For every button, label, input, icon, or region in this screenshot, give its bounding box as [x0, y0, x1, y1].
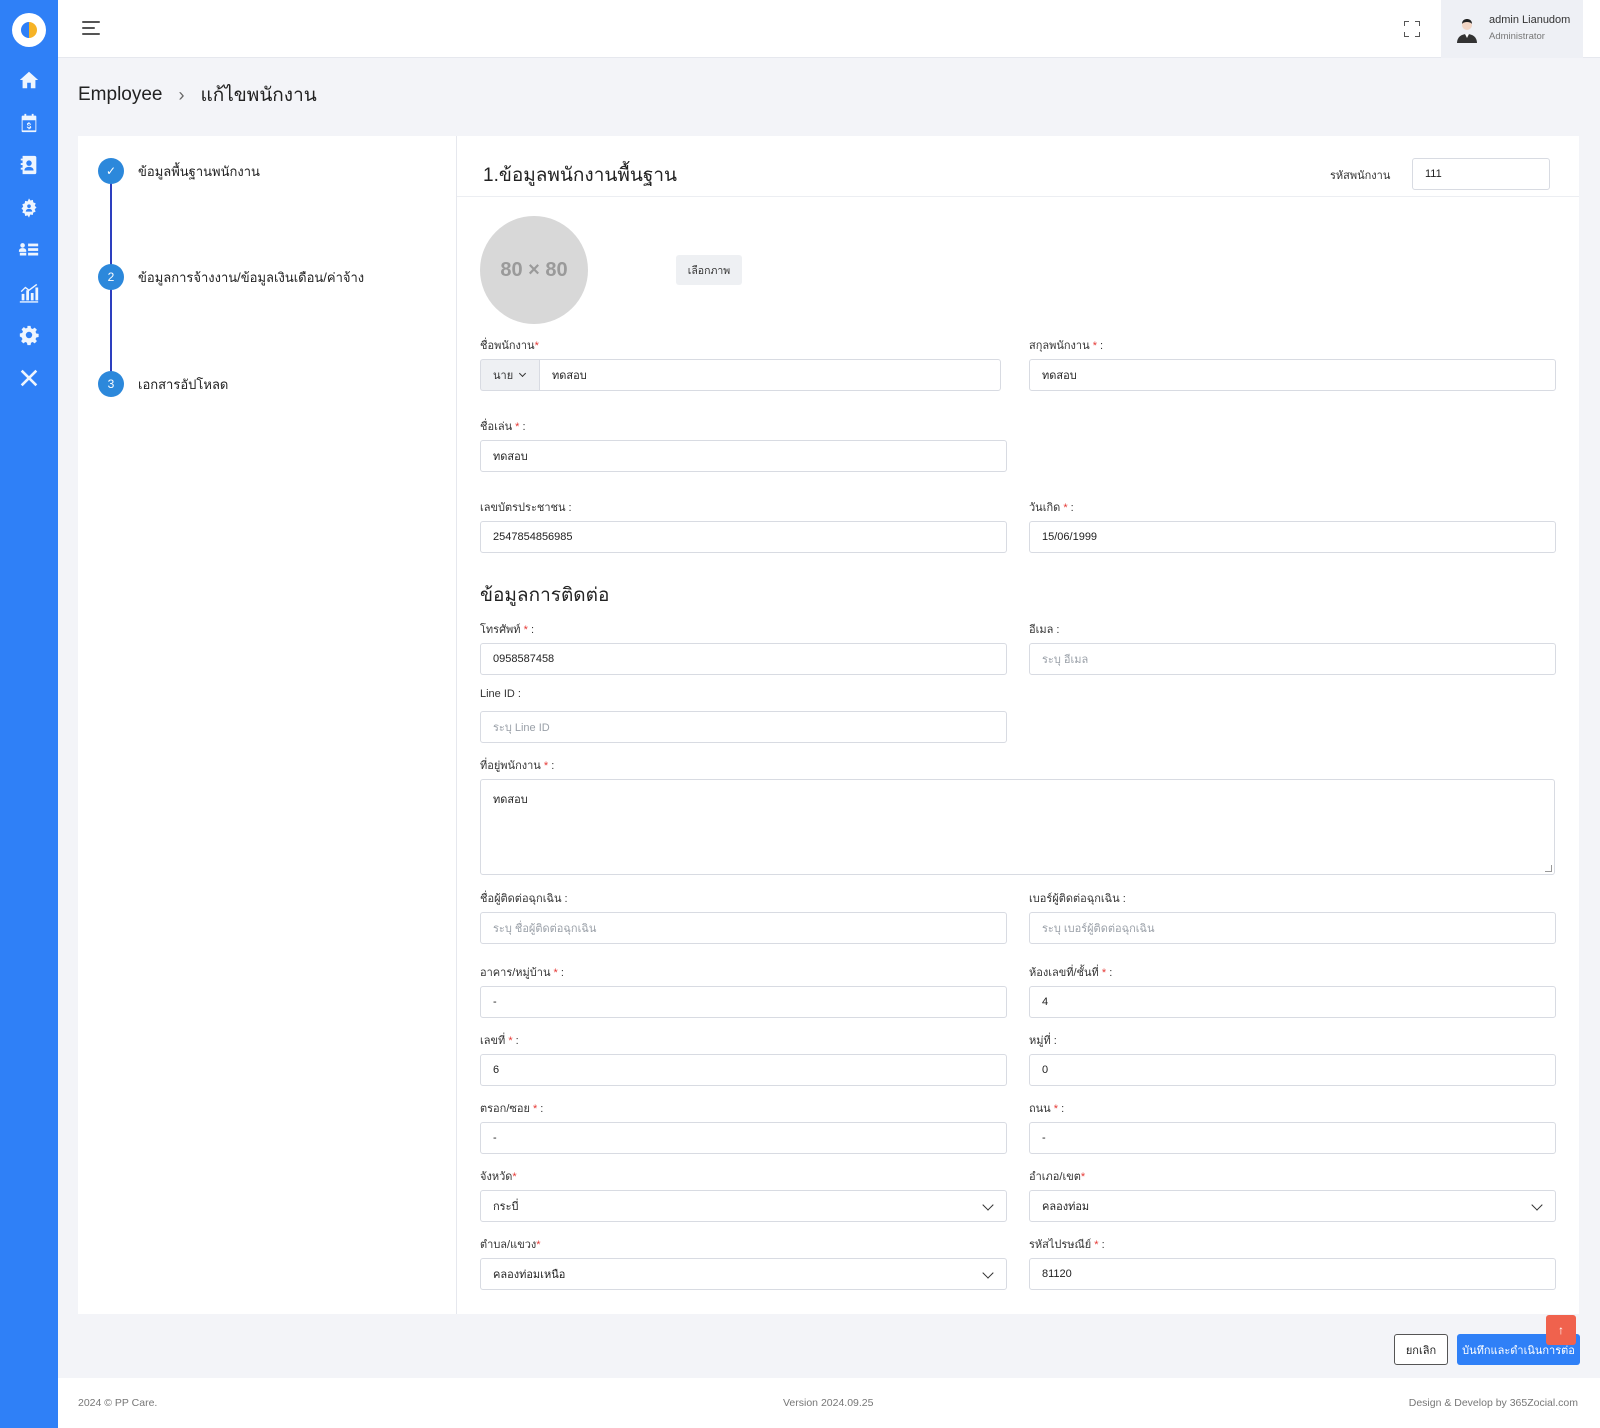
- photo-placeholder: 80 × 80: [480, 216, 588, 324]
- district-label: อำเภอ/เขต*: [1029, 1171, 1086, 1183]
- list-icon[interactable]: [17, 238, 41, 262]
- form-title: 1.ข้อมูลพนักงานพื้นฐาน: [483, 165, 678, 186]
- emergency-name-input[interactable]: ระบุ ชื่อผู้ติดต่อฉุกเฉิน: [480, 912, 1007, 944]
- steps-panel: ✓ ข้อมูลพื้นฐานพนักงาน 2 ข้อมูลการจ้างงา…: [78, 136, 457, 1314]
- user-avatar-icon: [1457, 19, 1477, 43]
- step-label: ข้อมูลการจ้างงาน/ข้อมูลเงินเดือน/ค่าจ้าง: [138, 269, 365, 285]
- email-label: อีเมล :: [1029, 624, 1060, 636]
- logo-mark: [19, 20, 39, 40]
- contact-book-icon[interactable]: [17, 153, 41, 177]
- last-name-input[interactable]: ทดสอบ: [1029, 359, 1556, 391]
- divider: [457, 196, 1579, 197]
- footer-copyright: 2024 © PP Care.: [78, 1397, 158, 1409]
- menu-toggle-icon[interactable]: [82, 21, 100, 37]
- first-name-label: ชื่อพนักงาน*: [480, 340, 539, 352]
- footer: 2024 © PP Care. Version 2024.09.25 Desig…: [58, 1378, 1600, 1428]
- step-3[interactable]: 3 เอกสารอัปโหลด: [98, 371, 228, 397]
- room-label: ห้องเลขที่/ชั้นที่ * :: [1029, 967, 1113, 979]
- settings-gear-icon[interactable]: [17, 323, 41, 347]
- subdistrict-select[interactable]: คลองท่อมเหนือ: [480, 1258, 1007, 1290]
- birthdate-input[interactable]: 15/06/1999: [1029, 521, 1556, 553]
- employee-form: 1.ข้อมูลพนักงานพื้นฐาน รหัสพนักงาน 111 8…: [457, 136, 1579, 1314]
- employee-code-label: รหัสพนักงาน: [1330, 170, 1391, 182]
- name-prefix-select[interactable]: นาย: [480, 359, 539, 391]
- address-textarea[interactable]: ทดสอบ: [480, 779, 1555, 875]
- breadcrumb: Employee › แก้ไขพนักงาน: [78, 80, 317, 110]
- user-name: admin Lianudom: [1489, 14, 1571, 26]
- step-2[interactable]: 2 ข้อมูลการจ้างงาน/ข้อมูลเงินเดือน/ค่าจ้…: [98, 264, 364, 290]
- road-input[interactable]: -: [1029, 1122, 1556, 1154]
- step-1[interactable]: ✓ ข้อมูลพื้นฐานพนักงาน: [98, 158, 260, 184]
- footer-version: Version 2024.09.25: [783, 1397, 874, 1409]
- breadcrumb-parent[interactable]: Employee: [78, 84, 163, 106]
- choose-image-button[interactable]: เลือกภาพ: [676, 255, 742, 285]
- building-label: อาคาร/หมู่บ้าน * :: [480, 967, 564, 979]
- home-icon[interactable]: [17, 68, 41, 92]
- building-input[interactable]: -: [480, 986, 1007, 1018]
- room-input[interactable]: 4: [1029, 986, 1556, 1018]
- user-menu[interactable]: admin Lianudom Administrator: [1441, 0, 1583, 58]
- report-chart-icon[interactable]: [17, 281, 41, 305]
- address-label: ที่อยู่พนักงาน * :: [480, 760, 555, 772]
- subdistrict-label: ตำบล/แขวง*: [480, 1239, 541, 1251]
- phone-label: โทรศัพท์ * :: [480, 624, 535, 636]
- emergency-name-label: ชื่อผู้ติดต่อฉุกเฉิน :: [480, 893, 568, 905]
- payroll-calendar-icon[interactable]: [17, 111, 41, 135]
- fullscreen-icon[interactable]: [1404, 21, 1420, 37]
- emergency-phone-label: เบอร์ผู้ติดต่อฉุกเฉิน :: [1029, 893, 1126, 905]
- moo-label: หมู่ที่ :: [1029, 1035, 1057, 1047]
- step-connector: [110, 289, 112, 377]
- resize-handle[interactable]: [1545, 865, 1552, 872]
- employee-group-icon[interactable]: [17, 196, 41, 220]
- district-select[interactable]: คลองท่อม: [1029, 1190, 1556, 1222]
- footer-credit: Design & Develop by 365Zocial.com: [1408, 1397, 1578, 1409]
- phone-input[interactable]: 0958587458: [480, 643, 1007, 675]
- tools-icon[interactable]: [17, 366, 41, 390]
- chevron-down-icon: [1531, 1199, 1543, 1211]
- contact-section-title: ข้อมูลการติดต่อ: [480, 585, 610, 606]
- id-card-input[interactable]: 2547854856985: [480, 521, 1007, 553]
- step-number: 2: [98, 264, 124, 290]
- house-no-label: เลขที่ * :: [480, 1035, 519, 1047]
- nickname-label: ชื่อเล่น * :: [480, 421, 526, 433]
- app-logo[interactable]: [12, 13, 46, 47]
- first-name-input[interactable]: ทดสอบ: [539, 359, 1001, 391]
- line-id-input[interactable]: ระบุ Line ID: [480, 711, 1007, 743]
- user-role: Administrator: [1489, 31, 1545, 42]
- email-input[interactable]: ระบุ อีเมล: [1029, 643, 1556, 675]
- province-label: จังหวัด*: [480, 1171, 517, 1183]
- id-card-label: เลขบัตรประชาชน :: [480, 502, 572, 514]
- step-number: 3: [98, 371, 124, 397]
- last-name-label: สกุลพนักงาน * :: [1029, 340, 1104, 352]
- nickname-input[interactable]: ทดสอบ: [480, 440, 1007, 472]
- line-id-label: Line ID :: [480, 688, 521, 700]
- alley-input[interactable]: -: [480, 1122, 1007, 1154]
- house-no-input[interactable]: 6: [480, 1054, 1007, 1086]
- employee-code-input[interactable]: 111: [1412, 158, 1550, 190]
- step-connector: [110, 183, 112, 271]
- breadcrumb-current: แก้ไขพนักงาน: [200, 85, 317, 106]
- moo-input[interactable]: 0: [1029, 1054, 1556, 1086]
- chevron-right-icon: ›: [178, 84, 185, 105]
- scroll-to-top-icon[interactable]: ↑: [1546, 1315, 1576, 1345]
- emergency-phone-input[interactable]: ระบุ เบอร์ผู้ติดต่อฉุกเฉิน: [1029, 912, 1556, 944]
- step-label: ข้อมูลพื้นฐานพนักงาน: [138, 163, 260, 179]
- step-check-icon: ✓: [98, 158, 124, 184]
- postcode-label: รหัสไปรษณีย์ * :: [1029, 1239, 1105, 1251]
- postcode-input[interactable]: 81120: [1029, 1258, 1556, 1290]
- birthdate-label: วันเกิด * :: [1029, 502, 1074, 514]
- road-label: ถนน * :: [1029, 1103, 1065, 1115]
- step-label: เอกสารอัปโหลด: [138, 376, 229, 392]
- chevron-down-icon: [982, 1267, 994, 1279]
- chevron-down-icon: [982, 1199, 994, 1211]
- province-select[interactable]: กระบี่: [480, 1190, 1007, 1222]
- sidebar: [0, 0, 58, 1428]
- topbar: admin Lianudom Administrator: [58, 0, 1600, 58]
- chevron-down-icon: [518, 369, 527, 378]
- alley-label: ตรอก/ซอย * :: [480, 1103, 544, 1115]
- cancel-button[interactable]: ยกเลิก: [1394, 1334, 1448, 1365]
